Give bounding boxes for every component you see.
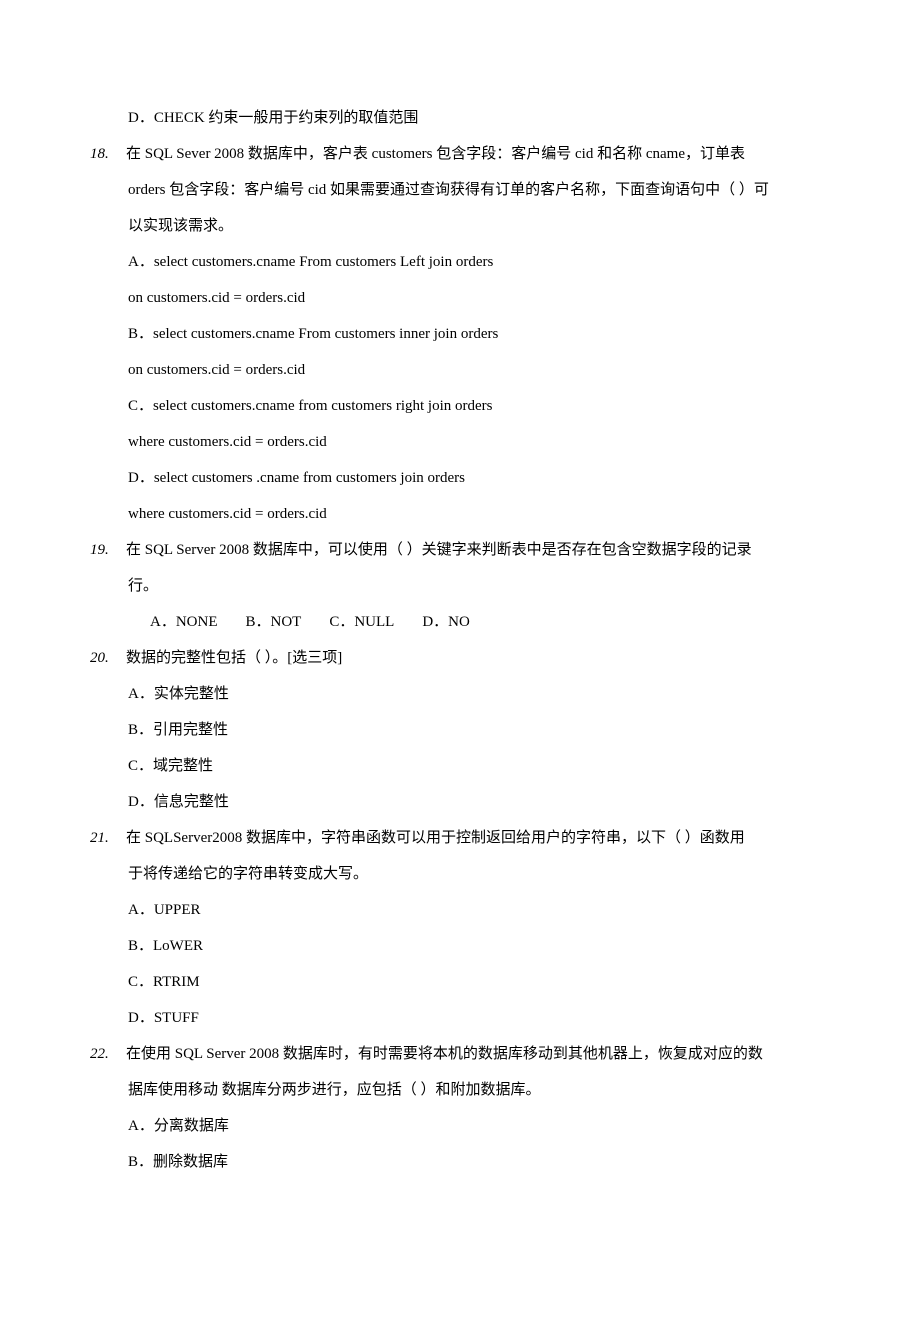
answer-option: B．select customers.cname From customers … (90, 316, 830, 352)
answer-option: B．NOT (246, 614, 302, 630)
question-continuation: orders 包含字段：客户编号 cid 如果需要通过查询获得有订单的客户名称，… (90, 172, 830, 208)
question-continuation: 于将传递给它的字符串转变成大写。 (90, 856, 830, 892)
question-number: 19. (90, 532, 126, 568)
answer-option: B．引用完整性 (90, 712, 830, 748)
question-number: 20. (90, 640, 126, 676)
question-text: 在使用 SQL Server 2008 数据库时，有时需要将本机的数据库移动到其… (126, 1046, 763, 1062)
question-continuation: 行。 (90, 568, 830, 604)
question-number: 18. (90, 136, 126, 172)
answer-option: D．STUFF (90, 1000, 830, 1036)
answer-option: where customers.cid = orders.cid (90, 496, 830, 532)
answer-option: D．NO (422, 614, 470, 630)
answer-option: A．NONE (150, 614, 218, 630)
answer-option: A．UPPER (90, 892, 830, 928)
document-page: D．CHECK 约束一般用于约束列的取值范围18.在 SQL Sever 200… (0, 0, 920, 1329)
question-continuation: 据库使用移动 数据库分两步进行，应包括（ ）和附加数据库。 (90, 1072, 830, 1108)
answer-option: on customers.cid = orders.cid (90, 280, 830, 316)
question-text: 在 SQL Server 2008 数据库中，可以使用（ ）关键字来判断表中是否… (126, 542, 752, 558)
answer-option: C．域完整性 (90, 748, 830, 784)
question-line: 19.在 SQL Server 2008 数据库中，可以使用（ ）关键字来判断表… (90, 532, 830, 568)
answer-option: A．select customers.cname From customers … (90, 244, 830, 280)
question-text: 在 SQLServer2008 数据库中，字符串函数可以用于控制返回给用户的字符… (126, 830, 745, 846)
answer-option: A．实体完整性 (90, 676, 830, 712)
answer-option: D．信息完整性 (90, 784, 830, 820)
question-number: 22. (90, 1036, 126, 1072)
question-number: 21. (90, 820, 126, 856)
answer-option: A．分离数据库 (90, 1108, 830, 1144)
question-continuation: 以实现该需求。 (90, 208, 830, 244)
answer-option: where customers.cid = orders.cid (90, 424, 830, 460)
question-line: 22.在使用 SQL Server 2008 数据库时，有时需要将本机的数据库移… (90, 1036, 830, 1072)
question-text: 数据的完整性包括（ ）。[选三项] (126, 650, 342, 666)
answer-option: C．select customers.cname from customers … (90, 388, 830, 424)
answer-option: C．RTRIM (90, 964, 830, 1000)
answer-option: on customers.cid = orders.cid (90, 352, 830, 388)
inline-options-row: A．NONE B．NOT C．NULL D．NO (90, 604, 830, 640)
question-line: 21.在 SQLServer2008 数据库中，字符串函数可以用于控制返回给用户… (90, 820, 830, 856)
answer-option: C．NULL (329, 614, 394, 630)
answer-option: D．CHECK 约束一般用于约束列的取值范围 (90, 100, 830, 136)
question-line: 18.在 SQL Sever 2008 数据库中，客户表 customers 包… (90, 136, 830, 172)
question-text: 在 SQL Sever 2008 数据库中，客户表 customers 包含字段… (126, 146, 745, 162)
answer-option: D．select customers .cname from customers… (90, 460, 830, 496)
answer-option: B．LoWER (90, 928, 830, 964)
answer-option: B．删除数据库 (90, 1144, 830, 1180)
question-line: 20.数据的完整性包括（ ）。[选三项] (90, 640, 830, 676)
